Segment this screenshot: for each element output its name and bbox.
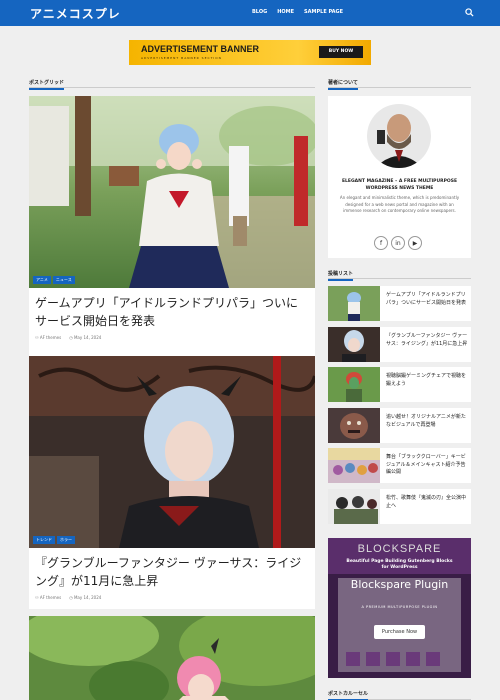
nav-item-blog[interactable]: BLOG [252,9,267,15]
list-item-title[interactable]: 舞台「ブラッククローバー」キービジュアル＆メインキャスト紹介予告編公開 [386,454,468,477]
linkedin-icon[interactable]: in [391,236,405,250]
site-title[interactable]: アニメコスプレ [30,5,121,22]
author-avatar [367,104,431,168]
calendar-icon: ◷ May 14, 2024 [69,595,102,600]
post-image[interactable] [29,616,315,700]
post-photo-cosplay-pink-hair [29,616,315,700]
promo-subtitle: Beautiful Page Building Gutenberg Blocks… [346,559,453,570]
post-image[interactable]: アニメ ニュース [29,96,315,288]
tag[interactable]: ニュース [52,276,75,284]
list-item[interactable]: 舞台「ブラッククローバー」キービジュアル＆メインキャスト紹介予告編公開 [328,448,471,483]
post-author[interactable]: AF themes [40,335,61,340]
post-author[interactable]: AF themes [40,595,61,600]
section-title-post-carousel: ポストカルーセル [328,690,369,700]
section-divider [29,87,315,88]
purchase-now-button[interactable]: Purchase Now [374,625,425,639]
about-card: ELEGANT MAGAZINE – A FREE MULTIPURPOSE W… [328,96,471,258]
promo-name: Blockspare Plugin [350,578,449,591]
ad-title: ADVERTISEMENT BANNER [141,44,260,54]
list-item[interactable]: 視聴脳鍛ゲーミングチェアで視聴を鍛えよう [328,367,471,402]
youtube-icon[interactable]: ▶ [408,236,422,250]
list-thumbnail[interactable] [328,286,380,321]
author-icon: ⚇ AF themes [35,335,62,340]
ad-subtitle: ADVERTISEMENT BANNER SECTION [141,56,222,60]
list-item-title[interactable]: 追い越せ！オリジナルアニメが新たなビジュアルで再登場 [386,414,468,429]
tag[interactable]: アニメ [33,276,51,284]
list-thumbnail[interactable] [328,448,380,483]
post-title[interactable]: 『グランブルーファンタジー ヴァーサス：ライジング』が11月に急上昇 [29,548,315,590]
list-item-title[interactable]: ゲームアプリ「アイドルランドプリパラ」ついにサービス開始日を発表 [386,292,468,307]
list-item[interactable]: 追い越せ！オリジナルアニメが新たなビジュアルで再登場 [328,408,471,443]
tag[interactable]: トレンド [33,536,55,544]
list-item[interactable]: 松竹、歌舞伎『鬼滅の刃』全公演中止へ [328,489,471,524]
list-item-title[interactable]: 『グランブルーファンタジー ヴァーサス：ライジング』が11月に急上昇 [386,333,468,348]
facebook-icon[interactable]: f [374,236,388,250]
main-nav: BLOG HOME SAMPLE PAGE [252,9,343,15]
list-thumbnail[interactable] [328,408,380,443]
post-image[interactable]: トレンド ホラー [29,356,315,548]
post-card[interactable] [29,616,315,700]
ad-buy-button[interactable]: BUY NOW [319,46,363,58]
section-title-about: 著者について [328,79,358,90]
post-date[interactable]: May 14, 2024 [74,595,101,600]
list-item-title[interactable]: 松竹、歌舞伎『鬼滅の刃』全公演中止へ [386,495,468,510]
post-tags: アニメ ニュース [33,276,75,284]
list-item[interactable]: 『グランブルーファンタジー ヴァーサス：ライジング』が11月に急上昇 [328,327,471,362]
calendar-icon: ◷ May 14, 2024 [69,335,102,340]
list-item-title[interactable]: 視聴脳鍛ゲーミングチェアで視聴を鍛えよう [386,373,468,388]
post-photo-cosplay-schoolgirl [29,96,315,288]
post-photo-cosplay-silver-hair [29,356,315,548]
site-header: アニメコスプレ BLOG HOME SAMPLE PAGE [0,0,500,26]
section-title-post-grid: ポストグリッド [29,79,65,90]
post-meta: ⚇ AF themes ◷ May 14, 2024 [29,590,315,605]
nav-item-home[interactable]: HOME [277,9,294,15]
list-thumbnail[interactable] [328,367,380,402]
nav-item-sample-page[interactable]: SAMPLE PAGE [304,9,343,15]
post-title[interactable]: ゲームアプリ「アイドルランドプリパラ」ついにサービス開始日を発表 [29,288,315,330]
list-thumbnail[interactable] [328,489,380,524]
about-title: ELEGANT MAGAZINE – A FREE MULTIPURPOSE W… [341,179,458,191]
search-icon[interactable] [465,8,474,17]
post-date[interactable]: May 14, 2024 [74,335,101,340]
list-thumbnail[interactable] [328,327,380,362]
post-card[interactable]: アニメ ニュース ゲームアプリ「アイドルランドプリパラ」ついにサービス開始日を発… [29,96,315,356]
list-item[interactable]: ゲームアプリ「アイドルランドプリパラ」ついにサービス開始日を発表 [328,286,471,321]
section-title-post-list: 投稿リスト [328,270,354,281]
post-card[interactable]: トレンド ホラー 『グランブルーファンタジー ヴァーサス：ライジング』が11月に… [29,356,315,609]
promo-tagline: A PREMIUM MULTIPURPOSE PLUGIN [361,605,438,609]
promo-logo: BLOCKSPARE [357,543,442,555]
blockspare-promo[interactable]: BLOCKSPARE Beautiful Page Building Guten… [328,538,471,678]
about-description: An elegant and minimalistic theme, which… [339,195,460,213]
post-tags: トレンド ホラー [33,536,75,544]
post-meta: ⚇ AF themes ◷ May 14, 2024 [29,330,315,345]
social-links: f in ▶ [374,236,422,250]
advertisement-banner[interactable]: ADVERTISEMENT BANNER ADVERTISEMENT BANNE… [129,40,371,65]
author-icon: ⚇ AF themes [35,595,62,600]
tag[interactable]: ホラー [57,536,75,544]
